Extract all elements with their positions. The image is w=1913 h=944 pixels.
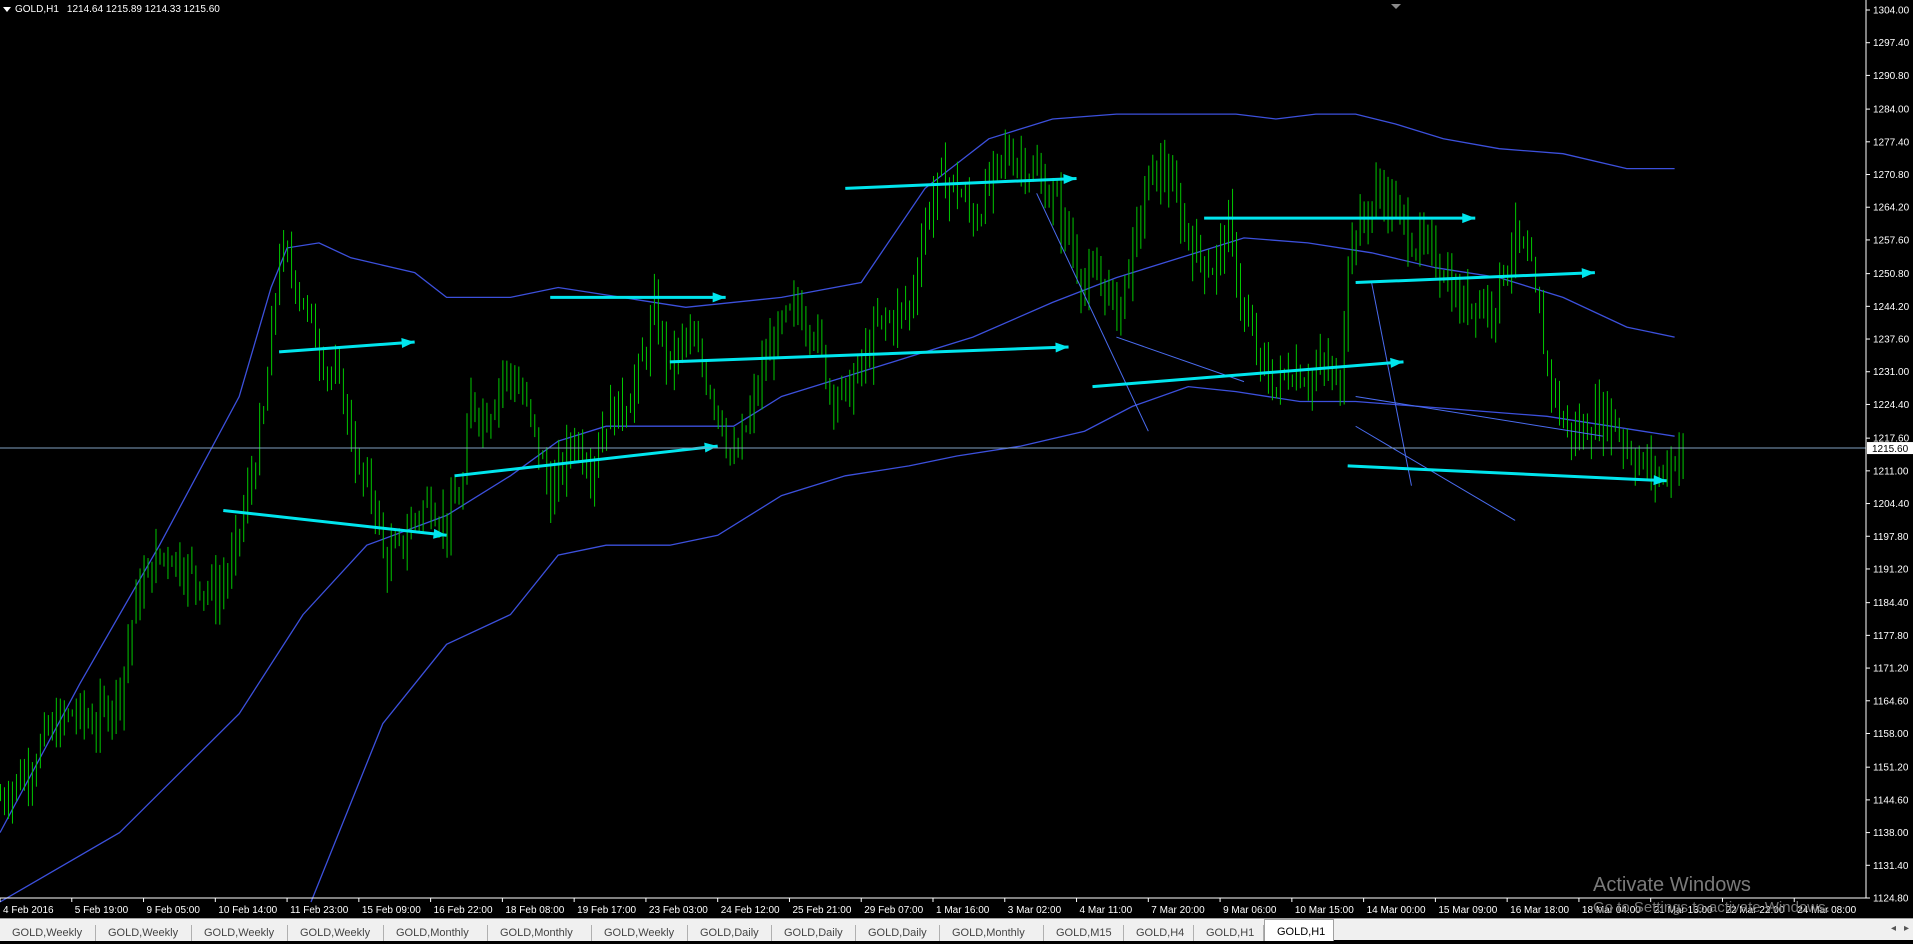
chart-tab-12[interactable]: GOLD,M15	[1044, 925, 1124, 941]
chart-tab-6[interactable]: GOLD,Monthly	[488, 925, 592, 941]
time-tick-label: 5 Feb 19:00	[75, 905, 129, 916]
time-tick-label: 24 Feb 12:00	[721, 905, 780, 916]
price-tick-label: 1184.40	[1873, 598, 1909, 609]
time-tick-label: 10 Feb 14:00	[218, 905, 277, 916]
price-tick-label: 1284.00	[1873, 105, 1910, 116]
time-tick-label: 29 Feb 07:00	[864, 905, 923, 916]
dropdown-triangle-icon[interactable]	[3, 6, 11, 12]
chart-tab-1[interactable]: GOLD,Weekly	[0, 925, 96, 941]
chart-header: GOLD,H1 1214.64 1215.89 1214.33 1215.60	[3, 4, 220, 15]
time-tick-label: 14 Mar 00:00	[1367, 905, 1426, 916]
time-tick-label: 15 Mar 09:00	[1438, 905, 1497, 916]
price-tick-label: 1164.60	[1873, 696, 1909, 707]
chart-tab-11[interactable]: GOLD,Monthly	[940, 925, 1044, 941]
price-tick-label: 1171.20	[1873, 664, 1909, 675]
time-tick-label: 4 Mar 11:00	[1080, 905, 1133, 916]
chart-tab-10[interactable]: GOLD,Daily	[856, 925, 940, 941]
price-tick-label: 1277.40	[1873, 137, 1910, 148]
chart-tab-bar: GOLD,Weekly GOLD,Weekly GOLD,Weekly GOLD,We…	[0, 918, 1913, 941]
time-tick-label: 25 Feb 21:00	[792, 905, 851, 916]
price-tick-label: 1138.00	[1873, 828, 1909, 839]
watermark-line-2: Go to Settings to activate Windows.	[1593, 899, 1830, 916]
time-tick-label: 3 Mar 02:00	[1008, 905, 1062, 916]
scroll-right-icon[interactable]: ▸	[1904, 923, 1909, 934]
time-tick-label: 23 Feb 03:00	[649, 905, 708, 916]
time-tick-label: 1 Mar 16:00	[936, 905, 990, 916]
chart-tab-7[interactable]: GOLD,Weekly	[592, 925, 688, 941]
time-tick-label: 16 Mar 18:00	[1510, 905, 1569, 916]
tab-scroll-controls: ◂ ▸	[1883, 923, 1909, 934]
price-tick-label: 1191.20	[1873, 564, 1909, 575]
time-tick-label: 18 Feb 08:00	[505, 905, 564, 916]
price-chart[interactable]: 1304.00 1297.40 1290.80 1284.00 1277.40 1270.…	[0, 0, 1913, 918]
chart-tab-4[interactable]: GOLD,Weekly	[288, 925, 384, 941]
chart-tab-15[interactable]: GOLD,H1	[1264, 919, 1334, 941]
current-price-label: 1215.60	[1872, 444, 1909, 455]
chart-tab-3[interactable]: GOLD,Weekly	[192, 925, 288, 941]
price-tick-label: 1204.40	[1873, 499, 1910, 510]
price-tick-label: 1224.40	[1873, 400, 1910, 411]
chart-area[interactable]: 1304.00 1297.40 1290.80 1284.00 1277.40 1270.…	[0, 0, 1913, 918]
price-tick-label: 1257.60	[1873, 235, 1910, 246]
price-tick-label: 1144.60	[1873, 795, 1909, 806]
time-tick-label: 11 Feb 23:00	[290, 905, 349, 916]
watermark-line-1: Activate Windows	[1593, 874, 1751, 896]
time-tick-label: 7 Mar 20:00	[1151, 905, 1205, 916]
time-tick-label: 9 Feb 05:00	[147, 905, 201, 916]
chart-tab-5[interactable]: GOLD,Monthly	[384, 925, 488, 941]
chart-tab-2[interactable]: GOLD,Weekly	[96, 925, 192, 941]
price-tick-label: 1290.80	[1873, 71, 1910, 82]
chart-ohlc: 1214.64 1215.89 1214.33 1215.60	[66, 4, 220, 15]
price-tick-label: 1270.80	[1873, 170, 1910, 181]
price-tick-label: 1231.00	[1873, 367, 1910, 378]
time-tick-label: 4 Feb 2016	[3, 905, 54, 916]
price-tick-label: 1250.80	[1873, 269, 1910, 280]
chart-tab-14[interactable]: GOLD,H1	[1194, 925, 1264, 941]
chart-tab-13[interactable]: GOLD,H4	[1124, 925, 1194, 941]
price-tick-label: 1158.00	[1873, 729, 1909, 740]
chart-background	[0, 0, 1913, 918]
price-tick-label: 1297.40	[1873, 38, 1910, 49]
time-tick-label: 16 Feb 22:00	[434, 905, 493, 916]
price-tick-label: 1237.60	[1873, 335, 1910, 346]
price-tick-label: 1211.00	[1873, 466, 1909, 477]
chart-tab-8[interactable]: GOLD,Daily	[688, 925, 772, 941]
scroll-left-icon[interactable]: ◂	[1891, 923, 1896, 934]
time-tick-label: 10 Mar 15:00	[1295, 905, 1354, 916]
price-tick-label: 1304.00	[1873, 6, 1910, 17]
price-tick-label: 1264.20	[1873, 203, 1910, 214]
price-tick-label: 1244.20	[1873, 302, 1910, 313]
price-tick-label: 1151.20	[1873, 763, 1909, 774]
chart-tab-9[interactable]: GOLD,Daily	[772, 925, 856, 941]
activation-watermark: Activate Windows Go to Settings to activ…	[1593, 874, 1830, 916]
time-tick-label: 19 Feb 17:00	[577, 905, 636, 916]
price-tick-label: 1177.80	[1873, 631, 1909, 642]
price-tick-label: 1131.40	[1873, 861, 1909, 872]
chart-symbol: GOLD,H1	[15, 4, 59, 15]
price-tick-label: 1197.80	[1873, 532, 1909, 543]
time-tick-label: 9 Mar 06:00	[1223, 905, 1277, 916]
time-tick-label: 15 Feb 09:00	[362, 905, 421, 916]
price-tick-label: 1124.80	[1873, 894, 1909, 905]
